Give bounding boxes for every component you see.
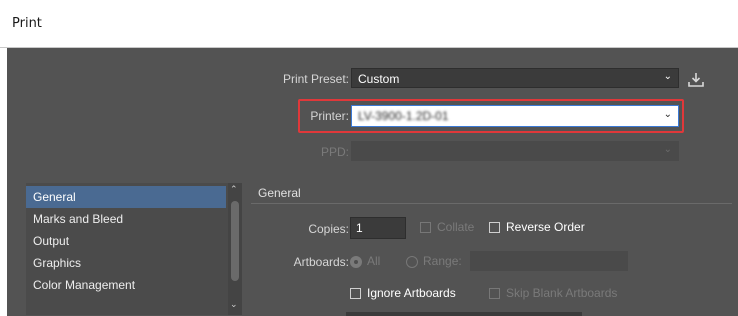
chevron-up-icon[interactable]: ⌃ — [230, 184, 238, 195]
ignore-artboards-label: Ignore Artboards — [367, 286, 456, 300]
category-item-label: Marks and Bleed — [33, 212, 124, 226]
collate-label: Collate — [437, 220, 475, 234]
copies-value: 1 — [356, 221, 363, 235]
category-item-output[interactable]: Output — [26, 230, 226, 252]
chevron-down-icon: ⌄ — [663, 144, 672, 155]
skip-blank-artboards-label: Skip Blank Artboards — [506, 286, 618, 300]
printer-value: LV-3900-1.2D-01 — [358, 109, 449, 123]
window-titlebar: Print — [0, 0, 738, 48]
chevron-down-icon: ⌄ — [663, 71, 672, 82]
printer-dropdown[interactable]: LV-3900-1.2D-01 ⌄ — [351, 105, 679, 127]
section-header-general: General — [258, 186, 301, 200]
category-list[interactable]: General Marks and Bleed Output Graphics … — [26, 183, 242, 315]
ignore-artboards-checkbox[interactable] — [350, 288, 361, 299]
copies-label: Copies: — [308, 222, 349, 236]
artboards-all-label: All — [367, 254, 381, 268]
reverse-order-checkbox[interactable] — [489, 222, 500, 233]
next-row-field — [346, 312, 582, 316]
category-item-general[interactable]: General — [26, 186, 226, 208]
print-preset-value: Custom — [358, 72, 400, 86]
copies-input[interactable]: 1 — [350, 217, 406, 239]
category-item-label: Color Management — [33, 278, 136, 292]
artboards-range-input — [470, 251, 628, 271]
ppd-label: PPD: — [320, 145, 349, 159]
chevron-down-icon: ⌄ — [663, 109, 672, 120]
window-title: Print — [12, 16, 42, 31]
section-divider — [251, 203, 732, 204]
collate-checkbox[interactable] — [420, 222, 431, 233]
printer-label: Printer: — [310, 109, 349, 123]
category-item-color-management[interactable]: Color Management — [26, 274, 226, 296]
category-item-label: Graphics — [33, 256, 82, 270]
skip-blank-artboards-checkbox — [489, 288, 500, 299]
category-scrollbar[interactable]: ⌃ ⌄ — [228, 183, 242, 315]
category-item-label: Output — [33, 234, 70, 248]
print-preset-dropdown[interactable]: Custom ⌄ — [351, 68, 679, 88]
category-item-graphics[interactable]: Graphics — [26, 252, 226, 274]
artboards-range-label: Range: — [423, 254, 462, 268]
chevron-down-icon[interactable]: ⌄ — [230, 299, 238, 310]
category-item-marks-and-bleed[interactable]: Marks and Bleed — [26, 208, 226, 230]
artboards-range-radio[interactable] — [406, 256, 418, 268]
artboards-all-radio[interactable] — [350, 256, 362, 268]
reverse-order-label: Reverse Order — [506, 220, 585, 234]
print-dialog: Print Preset: Custom ⌄ Printer: LV-3900-… — [7, 48, 738, 316]
category-item-label: General — [33, 190, 76, 204]
scrollbar-thumb[interactable] — [231, 201, 239, 281]
download-icon[interactable] — [687, 72, 705, 88]
ppd-dropdown: ⌄ — [351, 141, 679, 161]
artboards-label: Artboards: — [293, 255, 349, 269]
print-preset-label: Print Preset: — [282, 72, 349, 86]
